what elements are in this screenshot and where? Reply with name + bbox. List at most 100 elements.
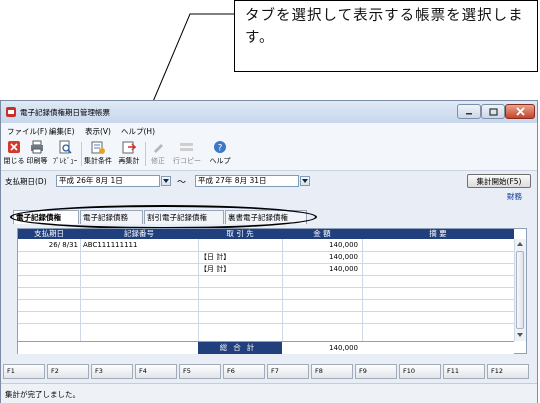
col-summary[interactable]: 摘 要 — [362, 229, 514, 239]
grid-line — [18, 299, 514, 300]
toolbar-separator — [145, 142, 146, 166]
grid-line — [80, 239, 81, 341]
cell-monthly-total-label[interactable]: 【月 計】 — [200, 264, 230, 274]
svg-text:?: ? — [218, 144, 223, 154]
row-copy-icon — [180, 143, 193, 151]
fkey-f9[interactable]: F9 — [355, 364, 397, 379]
close-doc-button[interactable]: 閉じる — [3, 140, 25, 166]
close-button[interactable] — [505, 104, 535, 119]
maximize-button[interactable] — [481, 104, 505, 119]
preview-button[interactable]: ﾌﾟﾚﾋﾞｭｰ — [51, 140, 79, 166]
help-label: ヘルプ — [209, 157, 231, 165]
title-bar[interactable]: 電子記録債権期日管理帳票 — [1, 101, 537, 123]
department-link[interactable]: 財務 — [507, 191, 522, 202]
maximize-icon — [488, 107, 498, 116]
start-aggregate-button[interactable]: 集計開始(F5) — [467, 174, 531, 188]
cell-daily-total-amount[interactable]: 140,000 — [282, 252, 358, 262]
date-from-dropdown[interactable] — [161, 176, 171, 186]
minimize-icon — [466, 112, 472, 114]
col-record-number[interactable]: 記録番号 — [80, 229, 198, 239]
grid-line — [18, 263, 514, 264]
chevron-down-icon — [163, 179, 169, 183]
status-text: 集計が完了しました。 — [5, 390, 80, 399]
fkey-f3[interactable]: F3 — [91, 364, 133, 379]
grid-line — [18, 275, 514, 276]
fkey-f11[interactable]: F11 — [443, 364, 485, 379]
fkey-f10[interactable]: F10 — [399, 364, 441, 379]
print-label: 印刷等 — [26, 157, 48, 165]
menu-edit[interactable]: 編集(E) — [49, 126, 75, 137]
col-amount[interactable]: 金 額 — [282, 229, 362, 239]
tab-highlight-oval — [10, 205, 317, 229]
minimize-button[interactable] — [457, 104, 481, 119]
fkey-f12[interactable]: F12 — [487, 364, 529, 379]
col-due-date[interactable]: 支払期日 — [18, 229, 80, 239]
help-icon: ? — [214, 141, 226, 154]
cell-due-date[interactable]: 26/ 8/31 — [18, 240, 78, 250]
date-to-dropdown[interactable] — [300, 176, 310, 186]
menu-bar: ファイル(F) 編集(E) 表示(V) ヘルプ(H) — [1, 123, 537, 138]
fkey-f4[interactable]: F4 — [135, 364, 177, 379]
grid-line — [18, 323, 514, 324]
scroll-thumb[interactable] — [516, 251, 524, 329]
print-button[interactable]: 印刷等 — [25, 140, 49, 166]
scroll-down-icon[interactable] — [517, 333, 523, 337]
edit-label: 修正 — [151, 157, 165, 165]
toolbar: 閉じる 印刷等 ﾌﾟﾚﾋﾞｭｰ 集計条件 再集計 修正 行コピー ? ヘルプ — [1, 138, 537, 171]
fkey-f2[interactable]: F2 — [47, 364, 89, 379]
date-from-field[interactable]: 平成 26年 8月 1日 — [56, 175, 160, 187]
menu-help[interactable]: ヘルプ(H) — [121, 126, 155, 137]
range-tilde: ～ — [177, 178, 187, 188]
condition-icon — [91, 141, 105, 154]
vertical-scrollbar[interactable] — [514, 239, 526, 341]
cell-monthly-total-amount[interactable]: 140,000 — [282, 264, 358, 274]
scroll-up-icon[interactable] — [517, 242, 523, 246]
agg-condition-label: 集計条件 — [84, 157, 112, 165]
agg-condition-button[interactable]: 集計条件 — [83, 140, 113, 166]
close-icon — [515, 107, 525, 116]
fkey-f6[interactable]: F6 — [223, 364, 265, 379]
app-window: 電子記録債権期日管理帳票 ファイル(F) 編集(E) 表示(V) ヘルプ(H) … — [0, 100, 538, 403]
cell-daily-total-label[interactable]: 【日 計】 — [200, 252, 230, 262]
grid-line — [18, 311, 514, 312]
menu-view[interactable]: 表示(V) — [85, 126, 111, 137]
cell-record-number[interactable]: ABC111111111 — [83, 240, 137, 250]
menu-file[interactable]: ファイル(F) — [7, 126, 47, 137]
fkey-f1[interactable]: F1 — [3, 364, 45, 379]
row-copy-button[interactable]: 行コピー — [171, 140, 203, 166]
edit-button[interactable]: 修正 — [147, 140, 169, 166]
grid-line — [362, 239, 363, 341]
grid-line — [198, 239, 199, 341]
reaggregate-label: 再集計 — [118, 157, 140, 165]
status-bar: 集計が完了しました。 — [1, 383, 537, 403]
grid-line — [18, 251, 514, 252]
preview-label: ﾌﾟﾚﾋﾞｭｰ — [52, 157, 78, 165]
close-x-icon — [8, 141, 20, 153]
grand-total-label: 総合計 — [198, 342, 282, 354]
grid-line — [18, 287, 514, 288]
grand-total-row: 総合計 140,000 — [18, 341, 514, 354]
row-copy-label: 行コピー — [173, 157, 201, 165]
col-partner[interactable]: 取 引 先 — [198, 229, 282, 239]
fkey-f7[interactable]: F7 — [267, 364, 309, 379]
toolbar-separator — [81, 142, 82, 166]
chevron-down-icon — [302, 179, 308, 183]
cell-amount[interactable]: 140,000 — [282, 240, 358, 250]
filter-row: 支払期日(D) 平成 26年 8月 1日 ～ 平成 27年 8月 31日 集計開… — [1, 171, 537, 201]
due-date-label: 支払期日(D) — [5, 177, 47, 186]
grand-total-amount: 140,000 — [329, 344, 358, 352]
printer-icon — [31, 140, 43, 154]
fkey-f8[interactable]: F8 — [311, 364, 353, 379]
app-icon — [6, 107, 16, 117]
close-doc-label: 閉じる — [3, 157, 25, 165]
preview-icon — [59, 140, 72, 154]
reaggregate-icon — [122, 141, 136, 154]
grid-header: 支払期日 記録番号 取 引 先 金 額 摘 要 — [18, 229, 514, 239]
function-key-bar: F1 F2 F3 F4 F5 F6 F7 F8 F9 F10 F11 F12 — [3, 364, 535, 380]
date-to-field[interactable]: 平成 27年 8月 31日 — [195, 175, 299, 187]
data-grid: 支払期日 記録番号 取 引 先 金 額 摘 要 26/ 8/31 ABC1111… — [17, 228, 527, 354]
pencil-icon — [154, 144, 163, 153]
fkey-f5[interactable]: F5 — [179, 364, 221, 379]
reaggregate-button[interactable]: 再集計 — [115, 140, 143, 166]
help-button[interactable]: ? ヘルプ — [207, 140, 233, 166]
